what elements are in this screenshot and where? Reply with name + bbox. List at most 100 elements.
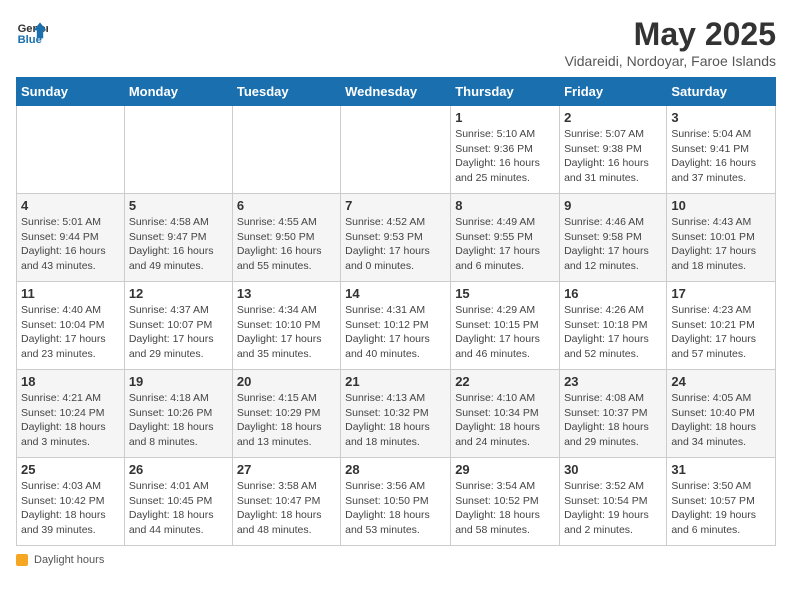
day-number: 8 <box>455 198 555 213</box>
day-info: Sunrise: 4:13 AMSunset: 10:32 PMDaylight… <box>345 391 446 450</box>
day-info: Sunrise: 4:58 AMSunset: 9:47 PMDaylight:… <box>129 215 228 274</box>
day-info: Sunrise: 4:18 AMSunset: 10:26 PMDaylight… <box>129 391 228 450</box>
location-subtitle: Vidareidi, Nordoyar, Faroe Islands <box>565 53 776 69</box>
day-info: Sunrise: 3:50 AMSunset: 10:57 PMDaylight… <box>671 479 771 538</box>
day-cell: 25Sunrise: 4:03 AMSunset: 10:42 PMDaylig… <box>17 458 125 546</box>
day-cell: 17Sunrise: 4:23 AMSunset: 10:21 PMDaylig… <box>667 282 776 370</box>
day-number: 7 <box>345 198 446 213</box>
day-number: 9 <box>564 198 662 213</box>
day-info: Sunrise: 4:55 AMSunset: 9:50 PMDaylight:… <box>237 215 336 274</box>
week-row-5: 25Sunrise: 4:03 AMSunset: 10:42 PMDaylig… <box>17 458 776 546</box>
day-cell: 14 Sunrise: 4:31 AMSunset: 10:12 PMDaylig… <box>341 282 451 370</box>
day-info: Sunrise: 4:52 AMSunset: 9:53 PMDaylight:… <box>345 215 446 274</box>
day-number: 31 <box>671 462 771 477</box>
day-cell: 16 Sunrise: 4:26 AMSunset: 10:18 PMDaylig… <box>560 282 667 370</box>
weekday-header-wednesday: Wednesday <box>341 78 451 106</box>
day-cell <box>341 106 451 194</box>
day-number: 18 <box>21 374 120 389</box>
day-cell <box>232 106 340 194</box>
day-number: 28 <box>345 462 446 477</box>
day-cell: 19Sunrise: 4:18 AMSunset: 10:26 PMDaylig… <box>124 370 232 458</box>
weekday-header-sunday: Sunday <box>17 78 125 106</box>
day-cell: 20Sunrise: 4:15 AMSunset: 10:29 PMDaylig… <box>232 370 340 458</box>
day-cell: 28 Sunrise: 3:56 AMSunset: 10:50 PMDaylig… <box>341 458 451 546</box>
day-info: Sunrise: 4:29 AMSunset: 10:15 PMDaylight… <box>455 303 555 362</box>
daylight-label: Daylight hours <box>34 554 104 566</box>
day-info: Sunrise: 5:10 AMSunset: 9:36 PMDaylight:… <box>455 127 555 186</box>
day-number: 4 <box>21 198 120 213</box>
day-number: 6 <box>237 198 336 213</box>
week-row-4: 18 Sunrise: 4:21 AMSunset: 10:24 PMDaylig… <box>17 370 776 458</box>
day-cell: 18 Sunrise: 4:21 AMSunset: 10:24 PMDaylig… <box>17 370 125 458</box>
day-cell: 13 Sunrise: 4:34 AMSunset: 10:10 PMDaylig… <box>232 282 340 370</box>
day-info: Sunrise: 4:03 AMSunset: 10:42 PMDaylight… <box>21 479 120 538</box>
weekday-header-friday: Friday <box>560 78 667 106</box>
page-header: General Blue May 2025 Vidareidi, Nordoya… <box>16 16 776 69</box>
day-info: Sunrise: 4:37 AMSunset: 10:07 PMDaylight… <box>129 303 228 362</box>
weekday-header-saturday: Saturday <box>667 78 776 106</box>
day-info: Sunrise: 4:10 AMSunset: 10:34 PMDaylight… <box>455 391 555 450</box>
day-info: Sunrise: 4:31 AMSunset: 10:12 PMDaylight… <box>345 303 446 362</box>
day-info: Sunrise: 5:04 AMSunset: 9:41 PMDaylight:… <box>671 127 771 186</box>
day-info: Sunrise: 4:26 AMSunset: 10:18 PMDaylight… <box>564 303 662 362</box>
day-cell: 7 Sunrise: 4:52 AMSunset: 9:53 PMDaylight… <box>341 194 451 282</box>
day-number: 11 <box>21 286 120 301</box>
day-info: Sunrise: 3:58 AMSunset: 10:47 PMDaylight… <box>237 479 336 538</box>
day-number: 10 <box>671 198 771 213</box>
day-number: 1 <box>455 110 555 125</box>
day-info: Sunrise: 3:52 AMSunset: 10:54 PMDaylight… <box>564 479 662 538</box>
day-number: 20 <box>237 374 336 389</box>
day-cell: 15Sunrise: 4:29 AMSunset: 10:15 PMDaylig… <box>451 282 560 370</box>
day-cell: 26 Sunrise: 4:01 AMSunset: 10:45 PMDaylig… <box>124 458 232 546</box>
day-number: 5 <box>129 198 228 213</box>
day-info: Sunrise: 4:40 AMSunset: 10:04 PMDaylight… <box>21 303 120 362</box>
day-cell <box>17 106 125 194</box>
day-info: Sunrise: 5:07 AMSunset: 9:38 PMDaylight:… <box>564 127 662 186</box>
day-info: Sunrise: 4:05 AMSunset: 10:40 PMDaylight… <box>671 391 771 450</box>
day-cell: 23 Sunrise: 4:08 AMSunset: 10:37 PMDaylig… <box>560 370 667 458</box>
weekday-header-tuesday: Tuesday <box>232 78 340 106</box>
calendar-table: SundayMondayTuesdayWednesdayThursdayFrid… <box>16 77 776 546</box>
day-info: Sunrise: 4:49 AMSunset: 9:55 PMDaylight:… <box>455 215 555 274</box>
day-info: Sunrise: 5:01 AMSunset: 9:44 PMDaylight:… <box>21 215 120 274</box>
day-cell: 10Sunrise: 4:43 AMSunset: 10:01 PMDaylig… <box>667 194 776 282</box>
day-cell: 6 Sunrise: 4:55 AMSunset: 9:50 PMDaylight… <box>232 194 340 282</box>
day-info: Sunrise: 4:21 AMSunset: 10:24 PMDaylight… <box>21 391 120 450</box>
weekday-header-thursday: Thursday <box>451 78 560 106</box>
day-cell: 9 Sunrise: 4:46 AMSunset: 9:58 PMDaylight… <box>560 194 667 282</box>
daylight-bar-icon <box>16 554 28 566</box>
day-number: 16 <box>564 286 662 301</box>
footer: Daylight hours <box>16 554 776 566</box>
day-number: 13 <box>237 286 336 301</box>
day-cell: 2 Sunrise: 5:07 AMSunset: 9:38 PMDaylight… <box>560 106 667 194</box>
day-info: Sunrise: 4:34 AMSunset: 10:10 PMDaylight… <box>237 303 336 362</box>
day-number: 2 <box>564 110 662 125</box>
day-cell: 11 Sunrise: 4:40 AMSunset: 10:04 PMDaylig… <box>17 282 125 370</box>
week-row-2: 4 Sunrise: 5:01 AMSunset: 9:44 PMDaylight… <box>17 194 776 282</box>
day-info: Sunrise: 4:46 AMSunset: 9:58 PMDaylight:… <box>564 215 662 274</box>
month-title: May 2025 <box>565 16 776 53</box>
title-area: May 2025 Vidareidi, Nordoyar, Faroe Isla… <box>565 16 776 69</box>
day-info: Sunrise: 4:01 AMSunset: 10:45 PMDaylight… <box>129 479 228 538</box>
day-number: 23 <box>564 374 662 389</box>
day-number: 21 <box>345 374 446 389</box>
day-number: 14 <box>345 286 446 301</box>
day-info: Sunrise: 3:56 AMSunset: 10:50 PMDaylight… <box>345 479 446 538</box>
day-number: 27 <box>237 462 336 477</box>
day-cell: 31 Sunrise: 3:50 AMSunset: 10:57 PMDaylig… <box>667 458 776 546</box>
day-cell: 24 Sunrise: 4:05 AMSunset: 10:40 PMDaylig… <box>667 370 776 458</box>
day-cell: 22Sunrise: 4:10 AMSunset: 10:34 PMDaylig… <box>451 370 560 458</box>
week-row-3: 11 Sunrise: 4:40 AMSunset: 10:04 PMDaylig… <box>17 282 776 370</box>
day-number: 3 <box>671 110 771 125</box>
day-info: Sunrise: 4:08 AMSunset: 10:37 PMDaylight… <box>564 391 662 450</box>
day-number: 26 <box>129 462 228 477</box>
day-cell: 27 Sunrise: 3:58 AMSunset: 10:47 PMDaylig… <box>232 458 340 546</box>
logo: General Blue <box>16 16 48 48</box>
weekday-header-monday: Monday <box>124 78 232 106</box>
day-cell: 1 Sunrise: 5:10 AMSunset: 9:36 PMDaylight… <box>451 106 560 194</box>
day-cell: 12Sunrise: 4:37 AMSunset: 10:07 PMDaylig… <box>124 282 232 370</box>
day-cell: 21 Sunrise: 4:13 AMSunset: 10:32 PMDaylig… <box>341 370 451 458</box>
day-number: 30 <box>564 462 662 477</box>
day-number: 24 <box>671 374 771 389</box>
day-cell: 5 Sunrise: 4:58 AMSunset: 9:47 PMDaylight… <box>124 194 232 282</box>
